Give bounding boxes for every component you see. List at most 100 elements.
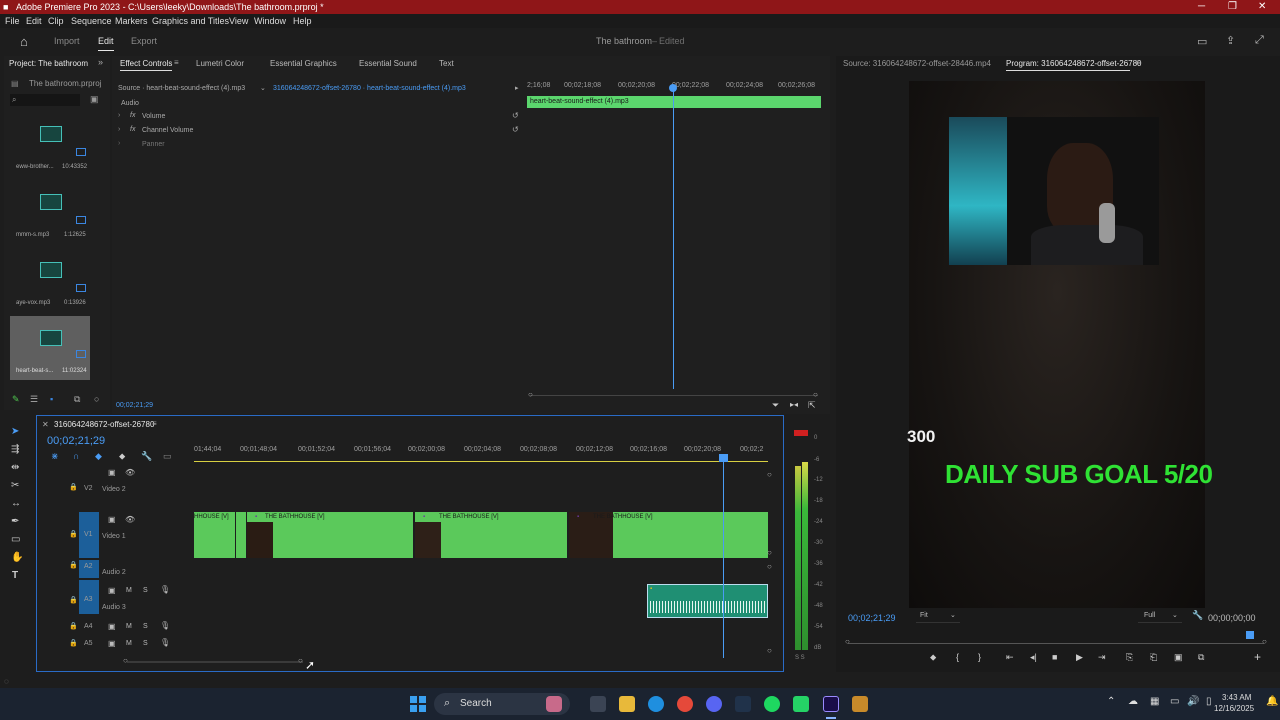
task-view-icon[interactable]	[590, 696, 606, 712]
discord-icon[interactable]	[706, 696, 722, 712]
menu-markers[interactable]: Markers	[115, 16, 148, 26]
play-icon[interactable]: ▸	[515, 84, 519, 92]
menu-graphics[interactable]: Graphics and Titles	[152, 16, 229, 26]
selection-tool-icon[interactable]: ➤	[11, 426, 19, 437]
menu-clip[interactable]: Clip	[48, 16, 64, 26]
track-select-tool-icon[interactable]: ⇶	[11, 444, 19, 455]
search-input[interactable]	[10, 94, 80, 106]
program-timecode[interactable]: 00;02;21;29	[848, 613, 896, 623]
fx-icon[interactable]: fx	[130, 126, 135, 133]
film-icon[interactable]: ▣	[108, 468, 116, 477]
home-icon[interactable]: ⌂	[20, 34, 28, 49]
premiere-pro-icon[interactable]	[823, 696, 839, 712]
sequence-clip-label[interactable]: 316064248672-offset-26780 · heart-beat-s…	[273, 85, 466, 92]
share-icon[interactable]: ⇪	[1226, 34, 1235, 47]
list-view-icon[interactable]: ☰	[30, 394, 38, 405]
timeline-ruler[interactable]: 01;44;04 00;01;48;04 00;01;52;04 00;01;5…	[194, 443, 770, 463]
comparison-view-icon[interactable]: ⧉	[1198, 652, 1204, 663]
tab-essential-graphics[interactable]: Essential Graphics	[270, 59, 337, 68]
expand-chevron-icon[interactable]: ›	[118, 126, 120, 133]
play-icon[interactable]: ▶	[1076, 652, 1083, 663]
chrome-icon[interactable]	[677, 696, 693, 712]
microphone-icon[interactable]: 🎙	[160, 621, 170, 630]
work-area-bar[interactable]	[194, 461, 768, 462]
add-marker-icon[interactable]: ⬥	[930, 652, 936, 663]
track-target-a3[interactable]: A3	[79, 580, 99, 614]
notification-bell-icon[interactable]: 🔔	[1266, 696, 1278, 707]
panel-menu-icon[interactable]: ≡	[1136, 58, 1141, 67]
camera-icon[interactable]: ▣	[1174, 652, 1183, 663]
wrench-icon[interactable]: 🔧	[141, 451, 152, 462]
tab-edit[interactable]: Edit	[98, 36, 114, 46]
effect-clip-bar[interactable]: heart-beat-sound-effect (4).mp3	[527, 96, 821, 108]
solo-button[interactable]: S	[143, 623, 148, 630]
timeline-timecode[interactable]: 00;02;21;29	[47, 435, 105, 447]
effect-timecode[interactable]: 00;02;21;29	[116, 402, 153, 409]
cloud-icon[interactable]: ☁	[1128, 696, 1138, 707]
audio-clip[interactable]: ▪	[647, 584, 768, 618]
lock-icon[interactable]: 🔒	[69, 596, 78, 604]
panel-menu-icon[interactable]: ≡	[152, 419, 157, 428]
v-scroll-handle-mid[interactable]: ○	[767, 548, 772, 557]
lock-icon[interactable]: 🔒	[69, 530, 78, 538]
v-scroll-handle-bottom[interactable]: ○	[767, 646, 772, 655]
expand-panels-icon[interactable]: »	[98, 57, 103, 67]
video-clip[interactable]: ▪ THE BATHHOUSE [V]	[415, 512, 567, 558]
file-explorer-icon[interactable]	[619, 696, 635, 712]
edge-icon[interactable]	[648, 696, 664, 712]
sync-lock-icon[interactable]: ▣	[108, 586, 116, 595]
marker-icon[interactable]: ⬥	[119, 451, 125, 462]
export-icon[interactable]: ⇱	[808, 400, 816, 411]
tab-text[interactable]: Text	[439, 59, 454, 68]
effect-row-volume[interactable]: › fx Volume ↺	[116, 111, 526, 124]
v-scroll-handle-top[interactable]: ○	[767, 470, 772, 479]
expand-chevron-icon[interactable]: ›	[118, 140, 120, 147]
eye-icon[interactable]: 👁	[125, 468, 135, 477]
tab-lumetri-color[interactable]: Lumetri Color	[196, 59, 244, 68]
project-item[interactable]: mmm-s.mp3 1:12625	[10, 182, 90, 244]
scroll-handle-right[interactable]: ○	[813, 390, 818, 399]
slip-tool-icon[interactable]: ↔	[11, 498, 21, 509]
quality-dropdown[interactable]: Full ⌄	[1138, 611, 1182, 623]
menu-view[interactable]: View	[229, 16, 248, 26]
video-clip[interactable]	[236, 512, 246, 558]
network-icon[interactable]: ▭	[1170, 696, 1179, 707]
effect-row-panner[interactable]: › Panner	[116, 139, 526, 152]
captions-icon[interactable]: ▭	[163, 451, 172, 462]
minimize-icon[interactable]: ─	[1198, 1, 1205, 12]
mark-out-icon[interactable]: }	[978, 652, 981, 662]
mute-button[interactable]: M	[126, 640, 132, 647]
battery-icon[interactable]: ▯	[1206, 696, 1212, 707]
track-id-a5[interactable]: A5	[84, 640, 93, 647]
add-marker-icon[interactable]: ◆	[95, 451, 102, 462]
source-clip-label[interactable]: Source · heart-beat-sound-effect (4).mp3	[118, 85, 245, 92]
track-id-v2[interactable]: V2	[84, 485, 93, 492]
menu-file[interactable]: File	[5, 16, 20, 26]
track-target-a2[interactable]: A2	[79, 560, 99, 578]
video-clip[interactable]: ▪ THE BATHHOUSE [V]	[569, 512, 768, 558]
project-item[interactable]: aye-vox.mp3 0:13926	[10, 250, 90, 312]
volume-icon[interactable]: 🔊	[1187, 696, 1199, 707]
eye-icon[interactable]: 👁	[125, 515, 135, 524]
film-icon[interactable]: ▣	[108, 515, 116, 524]
meter-footer[interactable]: S S	[795, 655, 805, 661]
project-tab[interactable]: Project: The bathroom	[9, 59, 88, 68]
project-item[interactable]: eww-brother... 10:43352	[10, 114, 90, 176]
tab-export[interactable]: Export	[131, 36, 157, 46]
windows-start-icon[interactable]	[410, 696, 426, 712]
mark-in-icon[interactable]: {	[956, 652, 959, 662]
zoom-slider-icon[interactable]: ○	[94, 394, 99, 404]
lock-icon[interactable]: 🔒	[69, 561, 78, 569]
microphone-icon[interactable]: 🎙	[160, 638, 170, 647]
type-tool-icon[interactable]: T	[12, 570, 18, 581]
microphone-icon[interactable]: 🎙	[160, 585, 170, 594]
linked-selection-icon[interactable]: ∩	[73, 451, 79, 461]
menu-help[interactable]: Help	[293, 16, 312, 26]
scrubber-handle-right[interactable]: ○	[1262, 637, 1267, 646]
overwrite-icon[interactable]: ⎗	[1150, 652, 1157, 663]
tray-chevron-icon[interactable]: ⌃	[1107, 696, 1115, 707]
fit-dropdown[interactable]: Fit ⌄	[916, 611, 960, 623]
hand-tool-icon[interactable]: ✋	[11, 552, 23, 563]
rectangle-tool-icon[interactable]: ▭	[11, 534, 20, 545]
stop-icon[interactable]: ■	[1052, 652, 1057, 662]
